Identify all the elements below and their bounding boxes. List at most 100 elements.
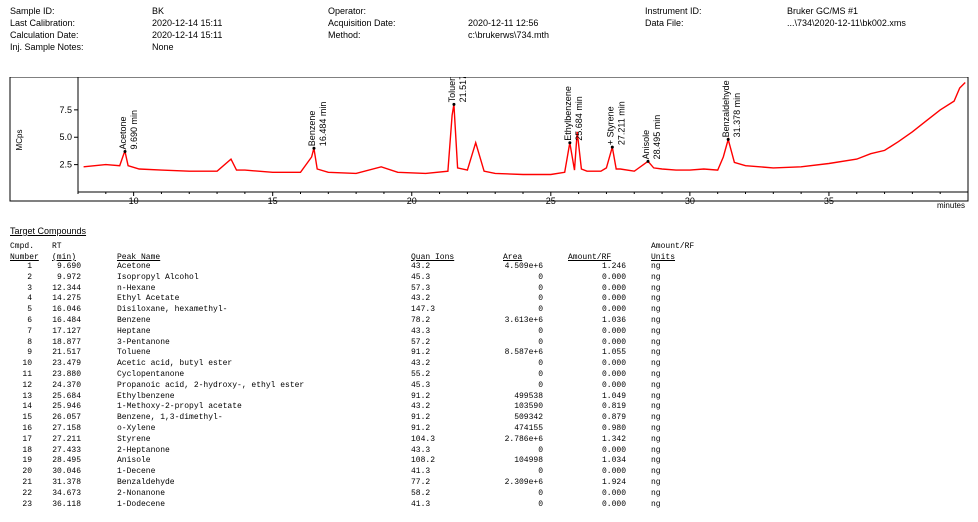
peak-name: Anisole	[117, 456, 151, 466]
units: ng	[651, 348, 661, 358]
cmpd-number: 7	[27, 326, 32, 336]
peak-name: 3-Pentanone	[117, 337, 170, 347]
retention-time: 23.479	[52, 359, 81, 369]
cmpd-number: 19	[22, 456, 32, 466]
col-amount-rf-top: Amount/RF	[651, 242, 695, 251]
cmpd-number: 11	[22, 370, 32, 379]
peak-name: Benzaldehyde	[117, 478, 175, 487]
cmpd-number: 9	[27, 348, 32, 358]
cmpd-number: 4	[27, 294, 32, 304]
peak-rt-label: 27.211 min	[616, 101, 626, 145]
retention-time: 16.046	[52, 305, 81, 315]
area-value: 0	[538, 380, 543, 390]
table-row: 23 36.118 1-Dodecene 41.3 0 0.000 ng	[0, 500, 978, 510]
retention-time: 30.046	[52, 467, 81, 477]
peak-annotation: Anisole 28.495 min	[641, 115, 662, 163]
units: ng	[651, 305, 661, 315]
amount-rf: 1.049	[601, 391, 626, 401]
cmpd-number: 22	[22, 488, 32, 498]
table-row: 22 34.673 2-Nonanone 58.2 0 0.000 ng	[0, 489, 978, 499]
y-tick-label: 7.5	[59, 105, 72, 115]
quan-ions: 104.3	[411, 434, 436, 444]
retention-time: 16.484	[52, 316, 81, 325]
area-value: 0	[538, 499, 543, 509]
amount-rf: 0.000	[601, 283, 626, 293]
quan-ions: 43.2	[411, 262, 431, 271]
amount-rf: 0.000	[601, 359, 626, 369]
cmpd-number: 14	[22, 402, 32, 412]
cmpd-number: 5	[27, 305, 32, 315]
peak-label: Ethylbenzene	[563, 86, 573, 141]
amount-rf: 0.000	[601, 337, 626, 347]
quan-ions: 45.3	[411, 380, 431, 390]
sample-id-value: BK	[152, 6, 165, 16]
amount-rf: 0.000	[601, 305, 626, 315]
quan-ions: 91.2	[411, 391, 431, 401]
area-value: 2.786e+6	[504, 434, 543, 444]
units: ng	[651, 499, 661, 509]
instrument-id-value: Bruker GC/MS #1	[787, 6, 859, 16]
table-row: 13 25.684 Ethylbenzene 91.2 499538 1.049 ng	[0, 392, 978, 402]
area-value: 8.587e+6	[504, 348, 543, 358]
retention-time: 25.946	[52, 402, 81, 412]
amount-rf: 0.000	[601, 445, 626, 455]
acquisition-date-label: Acquisition Date:	[328, 18, 396, 28]
peak-name: Benzene, 1,3-dimethyl-	[117, 413, 223, 423]
amount-rf: 0.000	[601, 467, 626, 477]
quan-ions: 57.3	[411, 283, 431, 293]
method-value: c:\brukerws\734.mth	[468, 30, 550, 40]
amount-rf: 0.000	[601, 499, 626, 509]
units: ng	[651, 316, 661, 325]
data-file-label: Data File:	[645, 18, 684, 28]
cmpd-number: 23	[22, 499, 32, 509]
area-value: 0	[538, 337, 543, 347]
peak-annotation: Acetone 9.690 min	[118, 110, 139, 153]
units: ng	[651, 391, 661, 401]
peak-name: Propanoic acid, 2-hydroxy-, ethyl ester	[117, 380, 305, 390]
area-value: 509342	[514, 413, 543, 423]
retention-time: 34.673	[52, 488, 81, 498]
quan-ions: 77.2	[411, 478, 431, 487]
retention-time: 27.158	[52, 424, 81, 433]
last-calibration-value: 2020-12-14 15:11	[152, 18, 223, 28]
cmpd-number: 21	[22, 478, 32, 487]
units: ng	[651, 402, 661, 412]
table-row: 16 27.158 o-Xylene 91.2 474155 0.980 ng	[0, 424, 978, 434]
cmpd-number: 3	[27, 283, 32, 293]
x-ticks: 10 15 20 25 30 35	[77, 192, 969, 206]
peak-label: + Styrene	[605, 106, 615, 145]
operator-label: Operator:	[328, 6, 367, 16]
peak-name: Ethylbenzene	[117, 391, 175, 401]
plot-frame	[9, 77, 969, 202]
y-tick-label: 5.0	[59, 132, 72, 142]
peak-name: Acetone	[117, 262, 151, 271]
y-ticks: 2.5 5.0 7.5	[59, 105, 78, 170]
calculation-date-label: Calculation Date:	[10, 30, 79, 40]
peak-rt-label: 21.517 min	[458, 77, 468, 102]
retention-time: 12.344	[52, 283, 81, 293]
area-value: 104998	[514, 456, 543, 466]
peak-name: Ethyl Acetate	[117, 294, 180, 304]
peak-name: 2-Nonanone	[117, 488, 166, 498]
table-row: 8 18.877 3-Pentanone 57.2 0 0.000 ng	[0, 338, 978, 348]
units: ng	[651, 359, 661, 369]
units: ng	[651, 445, 661, 455]
cmpd-number: 18	[22, 445, 32, 455]
table-row: 15 26.057 Benzene, 1,3-dimethyl- 91.2 509342…	[0, 413, 978, 423]
amount-rf: 0.000	[601, 272, 626, 282]
units: ng	[651, 262, 661, 271]
units: ng	[651, 424, 661, 433]
amount-rf: 1.036	[601, 316, 626, 325]
area-value: 0	[538, 326, 543, 336]
peak-rt-label: 31.378 min	[732, 93, 742, 138]
peak-name: Cyclopentanone	[117, 370, 185, 379]
cmpd-number: 17	[22, 434, 32, 444]
amount-rf: 1.055	[601, 348, 626, 358]
table-row: 20 30.046 1-Decene 41.3 0 0.000 ng	[0, 467, 978, 477]
units: ng	[651, 434, 661, 444]
retention-time: 17.127	[52, 326, 81, 336]
area-value: 0	[538, 445, 543, 455]
instrument-id-label: Instrument ID:	[645, 6, 702, 16]
table-row: 9 21.517 Toluene 91.2 8.587e+6 1.055 ng	[0, 348, 978, 358]
units: ng	[651, 467, 661, 477]
